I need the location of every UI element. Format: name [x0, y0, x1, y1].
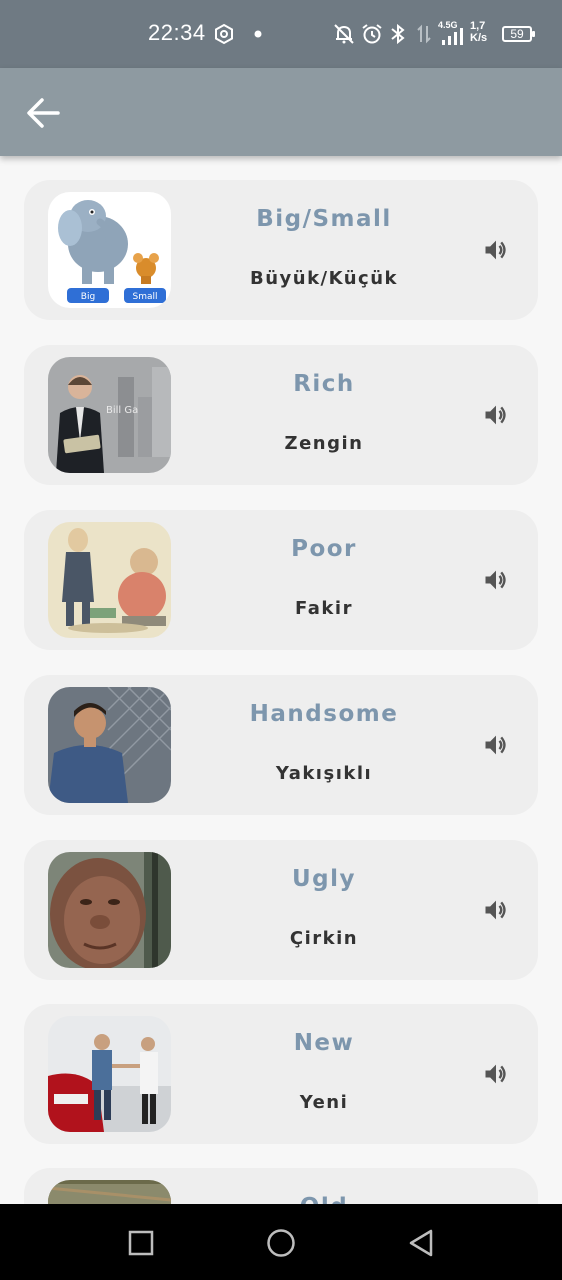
badge-big: Big — [81, 292, 95, 302]
word-list[interactable]: Big Small Big/Small Büyük/Küçük Bill Ga … — [0, 156, 562, 1204]
word-card[interactable]: Bill Ga Rich Zengin — [24, 345, 538, 485]
speaker-icon[interactable] — [482, 566, 510, 594]
card-image — [48, 522, 171, 638]
bell-off-icon — [334, 24, 354, 44]
word-card[interactable]: Handsome Yakışıklı — [24, 675, 538, 815]
image-caption: Bill Ga — [106, 405, 138, 416]
card-image — [48, 1016, 171, 1132]
word-text: Big/Small — [256, 206, 392, 232]
word-text: New — [293, 1030, 355, 1056]
app-bar — [0, 68, 562, 156]
card-image: Big Small — [48, 192, 171, 308]
word-text: Poor — [291, 536, 357, 562]
status-time: 22:34 — [148, 20, 206, 45]
card-image — [48, 687, 171, 803]
word-card[interactable]: New Yeni — [24, 1004, 538, 1144]
word-card[interactable]: Old — [24, 1168, 538, 1204]
status-bar: 22:34 4.5G 1,7 K/s 59 — [0, 0, 562, 68]
speaker-icon[interactable] — [482, 731, 510, 759]
bluetooth-icon — [391, 23, 405, 45]
word-card[interactable]: Big Small Big/Small Büyük/Küçük — [24, 180, 538, 320]
settings-hex-icon — [215, 23, 233, 45]
speaker-icon[interactable] — [482, 401, 510, 429]
speed-value: 1,7 — [470, 20, 486, 32]
card-image — [48, 1180, 171, 1204]
recents-square-icon[interactable] — [124, 1226, 158, 1260]
word-card[interactable]: Ugly Çirkin — [24, 840, 538, 980]
word-text: Rich — [293, 371, 355, 397]
translation-text: Zengin — [284, 433, 364, 454]
speaker-icon[interactable] — [482, 896, 510, 924]
translation-text: Yakışıklı — [275, 763, 373, 784]
translation-text: Büyük/Küçük — [249, 268, 399, 289]
speaker-icon[interactable] — [482, 1060, 510, 1088]
translation-text: Yeni — [299, 1092, 349, 1113]
alarm-icon — [362, 24, 382, 44]
signal-icon — [442, 28, 463, 45]
translation-text: Çirkin — [289, 928, 359, 949]
home-circle-icon[interactable] — [264, 1226, 298, 1260]
translation-text: Fakir — [295, 598, 353, 619]
data-arrows-icon — [417, 24, 431, 44]
word-text: Ugly — [291, 866, 357, 892]
speaker-icon[interactable] — [482, 236, 510, 264]
back-triangle-icon[interactable] — [404, 1226, 438, 1260]
word-text: Handsome — [249, 701, 399, 727]
dot-icon — [254, 30, 262, 38]
word-card[interactable]: Poor Fakir — [24, 510, 538, 650]
word-text: Old — [184, 1194, 464, 1204]
card-image: Bill Ga — [48, 357, 171, 473]
network-speed: 1,7 K/s — [470, 20, 487, 44]
badge-small: Small — [133, 292, 158, 302]
card-image — [48, 852, 171, 968]
battery-icon: 59 — [502, 26, 535, 42]
navigation-bar — [0, 1204, 562, 1280]
speed-unit: K/s — [470, 32, 488, 44]
arrow-left-icon[interactable] — [22, 92, 64, 134]
